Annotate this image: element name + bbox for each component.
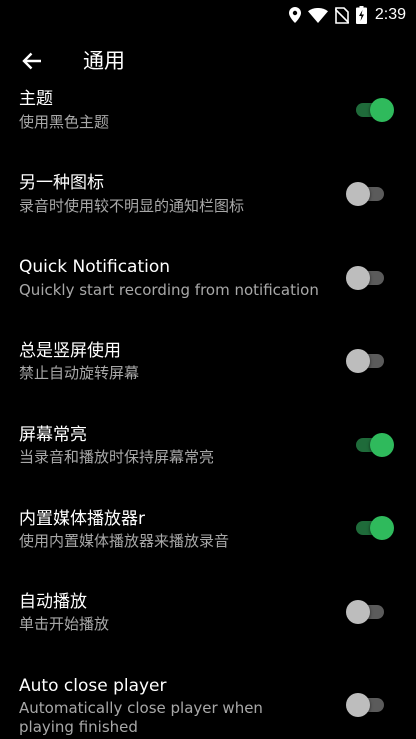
toggle-thumb (346, 182, 370, 206)
setting-row-auto-close-player[interactable]: Auto close player Automatically close pl… (0, 673, 416, 739)
toggle-thumb (346, 266, 370, 290)
arrow-left-icon (22, 52, 41, 70)
setting-row-quick-notification[interactable]: Quick Notification Quickly start recordi… (0, 254, 416, 314)
no-sim-icon (334, 6, 349, 24)
setting-row-autoplay[interactable]: 自动播放 单击开始播放 (0, 589, 416, 649)
app-bar: 通用 (0, 30, 416, 92)
location-icon (288, 7, 301, 23)
setting-summary: 禁止自动旋转屏幕 (19, 364, 140, 382)
setting-summary: 当录音和播放时保持屏幕常亮 (19, 448, 215, 466)
alt-icon-toggle[interactable] (346, 181, 390, 207)
toggle-thumb (370, 98, 394, 122)
setting-row-screen-on[interactable]: 屏幕常亮 当录音和播放时保持屏幕常亮 (0, 421, 416, 481)
setting-summary: 单击开始播放 (19, 615, 110, 633)
setting-row-portrait[interactable]: 总是竖屏使用 禁止自动旋转屏幕 (0, 338, 416, 398)
setting-title: Auto close player (19, 676, 167, 696)
status-time: 2:39 (374, 6, 406, 23)
setting-summary: 使用黑色主题 (19, 113, 110, 131)
autoplay-toggle[interactable] (346, 599, 390, 625)
toggle-thumb (346, 600, 370, 624)
setting-summary: 使用内置媒体播放器来播放录音 (19, 532, 230, 550)
builtin-player-toggle[interactable] (352, 515, 396, 541)
wifi-icon (307, 7, 328, 23)
setting-row-alt-icon[interactable]: 另一种图标 录音时使用较不明显的通知栏图标 (0, 170, 416, 230)
setting-title: 内置媒体播放器r (19, 509, 145, 529)
setting-title: 主题 (19, 89, 53, 109)
setting-title: 自动播放 (19, 592, 87, 612)
status-icons: 2:39 (282, 4, 406, 26)
screen-on-toggle[interactable] (352, 432, 396, 458)
toggle-thumb (370, 433, 394, 457)
quick-notification-toggle[interactable] (346, 265, 390, 291)
portrait-toggle[interactable] (346, 348, 390, 374)
toggle-thumb (370, 516, 394, 540)
page-title: 通用 (83, 49, 125, 73)
battery-charging-icon (355, 6, 367, 24)
setting-summary: Automatically close player when playing … (19, 699, 263, 736)
setting-title: Quick Notification (19, 257, 171, 277)
setting-title: 总是竖屏使用 (19, 341, 121, 361)
status-bar: 2:39 (0, 0, 416, 30)
toggle-thumb (346, 349, 370, 373)
back-button[interactable] (12, 41, 52, 81)
toggle-thumb (346, 693, 370, 717)
setting-summary: 录音时使用较不明显的通知栏图标 (19, 197, 245, 215)
theme-toggle[interactable] (352, 97, 396, 123)
auto-close-player-toggle[interactable] (346, 692, 390, 718)
setting-title: 另一种图标 (19, 173, 104, 193)
setting-row-theme[interactable]: 主题 使用黑色主题 (0, 88, 416, 148)
setting-row-builtin-player[interactable]: 内置媒体播放器r 使用内置媒体播放器来播放录音 (0, 505, 416, 565)
setting-title: 屏幕常亮 (19, 425, 87, 445)
setting-summary: Quickly start recording from notificatio… (19, 281, 319, 299)
